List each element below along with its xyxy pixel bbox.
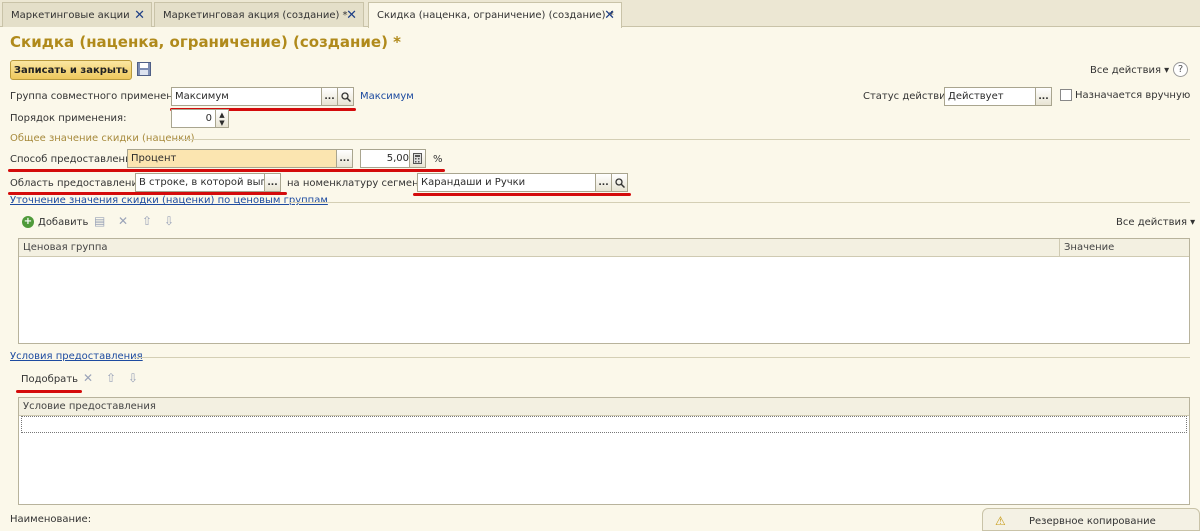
tab-marketing-action-create[interactable]: Маркетинговая акция (создание) * ✕ <box>154 2 364 27</box>
table-header: Ценовая группа Значение <box>19 238 1189 257</box>
delete-icon[interactable]: ✕ <box>118 214 128 228</box>
select-ellipsis-icon[interactable]: ... <box>1035 88 1051 105</box>
conditions-table[interactable]: Условие предоставления <box>18 397 1190 505</box>
segment-field[interactable]: Карандаши и Ручки ... <box>417 173 628 192</box>
move-down-icon[interactable]: ⇩ <box>128 371 138 385</box>
search-icon[interactable] <box>611 174 627 191</box>
col-price-group[interactable]: Ценовая группа <box>19 242 1059 253</box>
tab-label: Маркетинговая акция (создание) * <box>163 9 348 21</box>
page-title: Скидка (наценка, ограничение) (создание)… <box>10 33 402 51</box>
col-value[interactable]: Значение <box>1059 238 1189 257</box>
spinner-icon[interactable]: ▲ ▼ <box>215 110 228 127</box>
red-underline <box>8 169 445 172</box>
conditions-link[interactable]: Условия предоставления <box>10 351 143 362</box>
segment-value: Карандаши и Ручки <box>421 177 526 188</box>
method-label: Способ предоставления: <box>10 154 141 165</box>
scope-value: В строке, в которой выполн <box>139 177 281 188</box>
close-icon[interactable]: ✕ <box>346 8 357 23</box>
section-divider <box>174 139 1190 140</box>
amount-value: 5,00 <box>386 153 409 164</box>
amount-field[interactable]: 5,00 <box>360 149 426 168</box>
col-condition[interactable]: Условие предоставления <box>19 401 156 412</box>
all-actions-label: Все действия <box>1090 65 1161 76</box>
calculator-icon[interactable] <box>409 150 425 167</box>
group-field[interactable]: Максимум ... <box>171 87 354 106</box>
select-ellipsis-icon[interactable]: ... <box>264 174 280 191</box>
refine-by-price-groups-link[interactable]: Уточнение значения скидки (наценки) по ц… <box>10 195 328 206</box>
pick-button[interactable]: Подобрать <box>21 374 78 385</box>
move-down-icon[interactable]: ⇩ <box>164 214 174 228</box>
table-header: Условие предоставления <box>19 398 1189 416</box>
price-groups-table[interactable]: Ценовая группа Значение <box>18 238 1190 344</box>
delete-icon[interactable]: ✕ <box>83 371 93 385</box>
status-label: Статус действия: <box>863 91 956 102</box>
tab-marketing-actions[interactable]: Маркетинговые акции ✕ <box>2 2 152 27</box>
save-icon[interactable] <box>137 62 151 76</box>
help-icon[interactable]: ? <box>1173 62 1188 77</box>
percent-unit: % <box>433 154 443 165</box>
section-divider <box>134 357 1190 358</box>
save-close-button[interactable]: Записать и закрыть <box>10 60 132 80</box>
section-general-title: Общее значение скидки (наценки) <box>10 133 195 144</box>
warning-icon: ⚠ <box>995 514 1006 528</box>
red-underline <box>16 390 82 393</box>
select-ellipsis-icon[interactable]: ... <box>321 88 337 105</box>
notification-popup[interactable]: ⚠ Резервное копирование <box>982 508 1200 531</box>
red-underline <box>413 193 631 196</box>
section-divider <box>290 202 1190 203</box>
group-value: Максимум <box>175 91 229 102</box>
scope-label: Область предоставления: <box>10 178 148 189</box>
order-field[interactable]: 0 ▲ ▼ <box>171 109 229 128</box>
group-label: Группа совместного применения: <box>10 91 189 102</box>
group-link[interactable]: Максимум <box>360 91 414 102</box>
close-icon[interactable]: ✕ <box>134 8 145 23</box>
name-label: Наименование: <box>10 514 92 525</box>
notification-text: Резервное копирование <box>1029 516 1156 527</box>
tab-label: Скидка (наценка, ограничение) (создание)… <box>377 10 614 21</box>
scope-field[interactable]: В строке, в которой выполн ... <box>135 173 281 192</box>
add-label: Добавить <box>38 216 89 228</box>
order-value: 0 <box>205 113 212 124</box>
select-ellipsis-icon[interactable]: ... <box>595 174 611 191</box>
order-label: Порядок применения: <box>10 113 127 124</box>
add-button[interactable]: + Добавить <box>22 216 88 228</box>
move-up-icon[interactable]: ⇧ <box>106 371 116 385</box>
segment-label: на номенклатуру сегмента: <box>287 178 434 189</box>
search-icon[interactable] <box>337 88 353 105</box>
method-field[interactable]: Процент ... <box>127 149 353 168</box>
all-actions-menu[interactable]: Все действия ▾ <box>1090 65 1169 76</box>
tab-label: Маркетинговые акции <box>11 9 130 21</box>
manual-checkbox-label: Назначается вручную <box>1075 90 1191 101</box>
status-value: Действует <box>948 91 1004 102</box>
add-icon: + <box>22 216 34 228</box>
select-ellipsis-icon[interactable]: ... <box>336 150 352 167</box>
all-actions-label: Все действия <box>1116 217 1187 228</box>
manual-checkbox[interactable] <box>1060 89 1072 101</box>
method-value: Процент <box>131 153 177 164</box>
move-up-icon[interactable]: ⇧ <box>142 214 152 228</box>
status-field[interactable]: Действует ... <box>944 87 1052 106</box>
table-all-actions-menu[interactable]: Все действия ▾ <box>1116 217 1195 228</box>
tab-discount-create[interactable]: Скидка (наценка, ограничение) (создание)… <box>368 2 622 28</box>
copy-icon[interactable]: ▤ <box>94 214 105 228</box>
table-row[interactable] <box>21 416 1187 433</box>
close-icon[interactable]: ✕ <box>604 8 615 23</box>
